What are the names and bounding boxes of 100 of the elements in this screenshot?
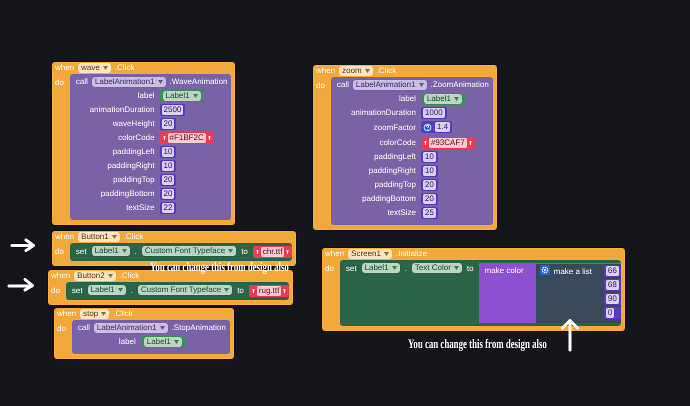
method-name: .ZoomAnimation <box>430 80 489 90</box>
caret-icon <box>192 94 198 98</box>
keyword: call <box>78 323 90 333</box>
text-field[interactable]: rug.ttf <box>256 286 282 296</box>
keyword: do <box>55 77 64 88</box>
keyword: do <box>55 246 64 257</box>
caret-icon <box>364 69 370 73</box>
keyword: set <box>72 285 83 296</box>
method-name: .WaveAnimation <box>170 77 228 87</box>
parameter-label: waveHeight <box>112 119 155 129</box>
dropdown[interactable]: LabelAnimation1 <box>352 80 427 90</box>
event-name: .Click <box>114 63 134 73</box>
keyword: do <box>325 263 334 274</box>
caret-icon <box>122 249 127 253</box>
parameter-label: paddingTop <box>374 180 416 190</box>
arrow-icon <box>10 238 36 252</box>
dropdown[interactable]: Label1 <box>88 285 126 295</box>
keyword: call <box>76 77 88 87</box>
keyword: when <box>57 309 76 319</box>
dropdown[interactable]: LabelAnimation1 <box>94 323 168 333</box>
dropdown[interactable]: Custom Font Typeface <box>142 246 236 256</box>
parameter-label: textSize <box>126 203 155 213</box>
caret-icon <box>108 274 113 278</box>
dropdown[interactable]: zoom <box>339 66 373 76</box>
dropdown[interactable]: Label1 <box>144 337 182 347</box>
number-field[interactable]: 25 <box>422 208 436 218</box>
caret-icon <box>454 97 459 101</box>
caret-icon <box>112 235 117 239</box>
keyword: when <box>325 249 344 259</box>
number-field[interactable]: 20 <box>162 175 174 185</box>
parameter-label: paddingTop <box>113 175 155 185</box>
keyword: to <box>466 263 474 274</box>
parameter-label: colorCode <box>118 133 155 143</box>
dropdown[interactable]: wave <box>78 63 111 73</box>
caret-icon <box>158 80 163 84</box>
parameter-label: paddingBottom <box>362 194 416 204</box>
number-field[interactable]: 68 <box>606 280 619 290</box>
parameter-label: label <box>138 91 155 101</box>
caret-icon <box>224 288 230 292</box>
caret-icon <box>228 249 234 253</box>
help-icon <box>422 122 432 132</box>
caret-icon <box>454 266 459 270</box>
parameter-label: colorCode <box>379 138 416 148</box>
block-label: make a list <box>554 266 593 277</box>
caret-icon <box>418 83 424 87</box>
dropdown[interactable]: Custom Font Typeface <box>138 285 232 295</box>
dropdown[interactable]: Screen1 <box>348 249 392 259</box>
parameter-label: paddingLeft <box>374 152 416 162</box>
keyword: set <box>346 263 357 274</box>
number-field[interactable]: 10 <box>162 161 174 171</box>
number-field[interactable]: 20 <box>162 189 174 199</box>
text-field[interactable]: #93CAF7 <box>428 138 467 148</box>
keyword: to <box>241 246 248 257</box>
parameter-label: animationDuration <box>350 108 416 118</box>
number-field[interactable]: 2500 <box>162 105 184 115</box>
keyword: do <box>51 285 60 296</box>
number-field[interactable]: 10 <box>162 147 174 157</box>
number-field[interactable]: 20 <box>162 119 174 129</box>
parameter-label: paddingBottom <box>100 189 155 199</box>
annotation-text: You can change this from design also <box>408 339 547 349</box>
dropdown[interactable]: stop <box>80 309 110 319</box>
number-field[interactable]: 90 <box>606 294 619 304</box>
gear-icon <box>540 265 550 275</box>
text-field[interactable]: chr.ttf <box>260 247 284 257</box>
number-field[interactable]: 10 <box>422 166 436 176</box>
number-field[interactable]: 1.4 <box>434 122 450 132</box>
keyword: do <box>57 323 66 334</box>
number-field[interactable]: 10 <box>422 152 436 162</box>
event-name: .Initialize <box>396 249 428 259</box>
parameter-label: paddingRight <box>107 161 155 171</box>
caret-icon <box>384 252 389 256</box>
text-field[interactable]: #F1BF2C <box>168 133 206 143</box>
dropdown[interactable]: Text Color <box>412 263 462 273</box>
arrow-icon <box>560 318 580 352</box>
dropdown[interactable]: Label1 <box>362 263 400 273</box>
number-field[interactable]: 22 <box>162 203 174 213</box>
parameter-label: animationDuration <box>90 105 155 115</box>
parameter-label: zoomFactor <box>374 122 416 133</box>
number-field[interactable]: 0 <box>606 308 614 318</box>
dropdown[interactable]: LabelAnimation1 <box>92 77 166 87</box>
dropdown[interactable]: Button2 <box>74 271 116 281</box>
dropdown[interactable]: Label1 <box>162 91 201 101</box>
number-field[interactable]: 20 <box>422 180 436 190</box>
number-field[interactable]: 20 <box>422 194 436 204</box>
caret-icon <box>174 340 179 344</box>
event-name: .Click <box>120 271 140 281</box>
number-field[interactable]: 66 <box>606 266 619 276</box>
parameter-label: textSize <box>387 208 416 218</box>
dropdown[interactable]: Button1 <box>78 232 120 242</box>
keyword: call <box>336 80 349 90</box>
event-name: .Click <box>376 66 396 76</box>
dot-separator: . <box>134 246 137 257</box>
caret-icon <box>102 66 108 70</box>
dropdown[interactable]: Label1 <box>424 94 462 104</box>
parameter-label: paddingRight <box>368 166 416 176</box>
dropdown[interactable]: Label1 <box>92 246 130 256</box>
keyword: to <box>237 285 244 296</box>
caret-icon <box>101 312 106 316</box>
keyword: when <box>55 232 74 242</box>
number-field[interactable]: 1000 <box>422 108 445 118</box>
